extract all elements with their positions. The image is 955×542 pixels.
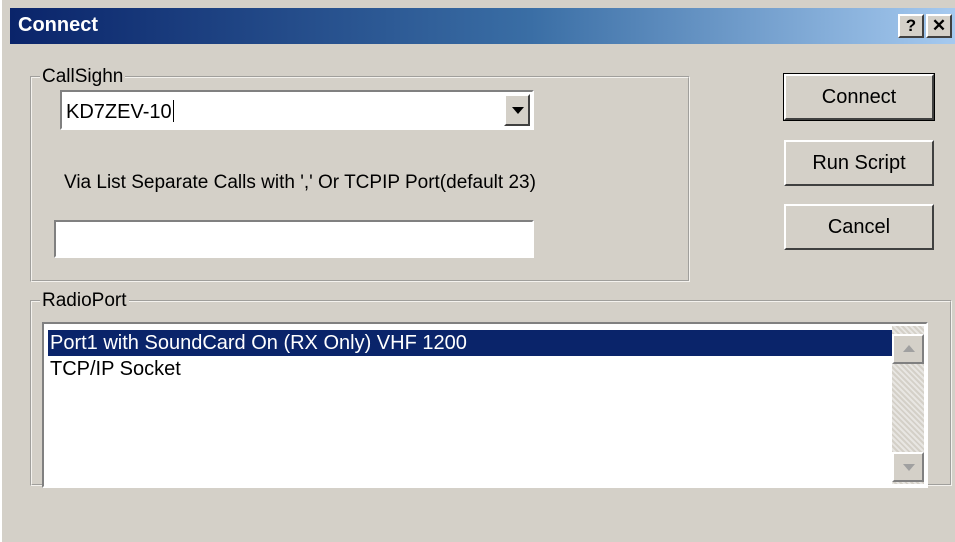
radioport-legend: RadioPort <box>42 290 127 311</box>
vertical-scrollbar[interactable] <box>892 326 924 484</box>
title-bar[interactable]: Connect ? ✕ <box>10 8 955 44</box>
arrow-down-icon <box>903 464 915 471</box>
callsign-value: KD7ZEV-10 <box>66 101 172 123</box>
close-button[interactable]: ✕ <box>926 14 952 38</box>
connect-button[interactable]: Connect <box>783 73 935 121</box>
help-button[interactable]: ? <box>898 14 924 38</box>
cancel-button[interactable]: Cancel <box>784 204 934 250</box>
via-list-input[interactable] <box>54 220 534 258</box>
scroll-up-button[interactable] <box>892 334 924 364</box>
text-caret <box>172 100 174 122</box>
list-item[interactable]: Port1 with SoundCard On (RX Only) VHF 12… <box>48 330 894 356</box>
via-list-label: Via List Separate Calls with ',' Or TCPI… <box>64 172 536 193</box>
combo-dropdown-button[interactable] <box>504 94 530 126</box>
chevron-down-icon <box>512 107 524 114</box>
window-title: Connect <box>18 14 98 36</box>
arrow-up-icon <box>903 345 915 352</box>
callsign-legend: CallSighn <box>42 66 124 87</box>
radioport-listbox[interactable]: Port1 with SoundCard On (RX Only) VHF 12… <box>42 322 928 488</box>
callsign-combo-text-wrap: KD7ZEV-10 <box>66 100 174 124</box>
connect-dialog: Connect ? ✕ CallSighn KD7ZEV-10 Via List… <box>0 0 955 542</box>
list-item[interactable]: TCP/IP Socket <box>48 356 894 382</box>
run-script-button[interactable]: Run Script <box>784 140 934 186</box>
scroll-down-button[interactable] <box>892 452 924 482</box>
callsign-combobox[interactable]: KD7ZEV-10 <box>60 90 534 130</box>
